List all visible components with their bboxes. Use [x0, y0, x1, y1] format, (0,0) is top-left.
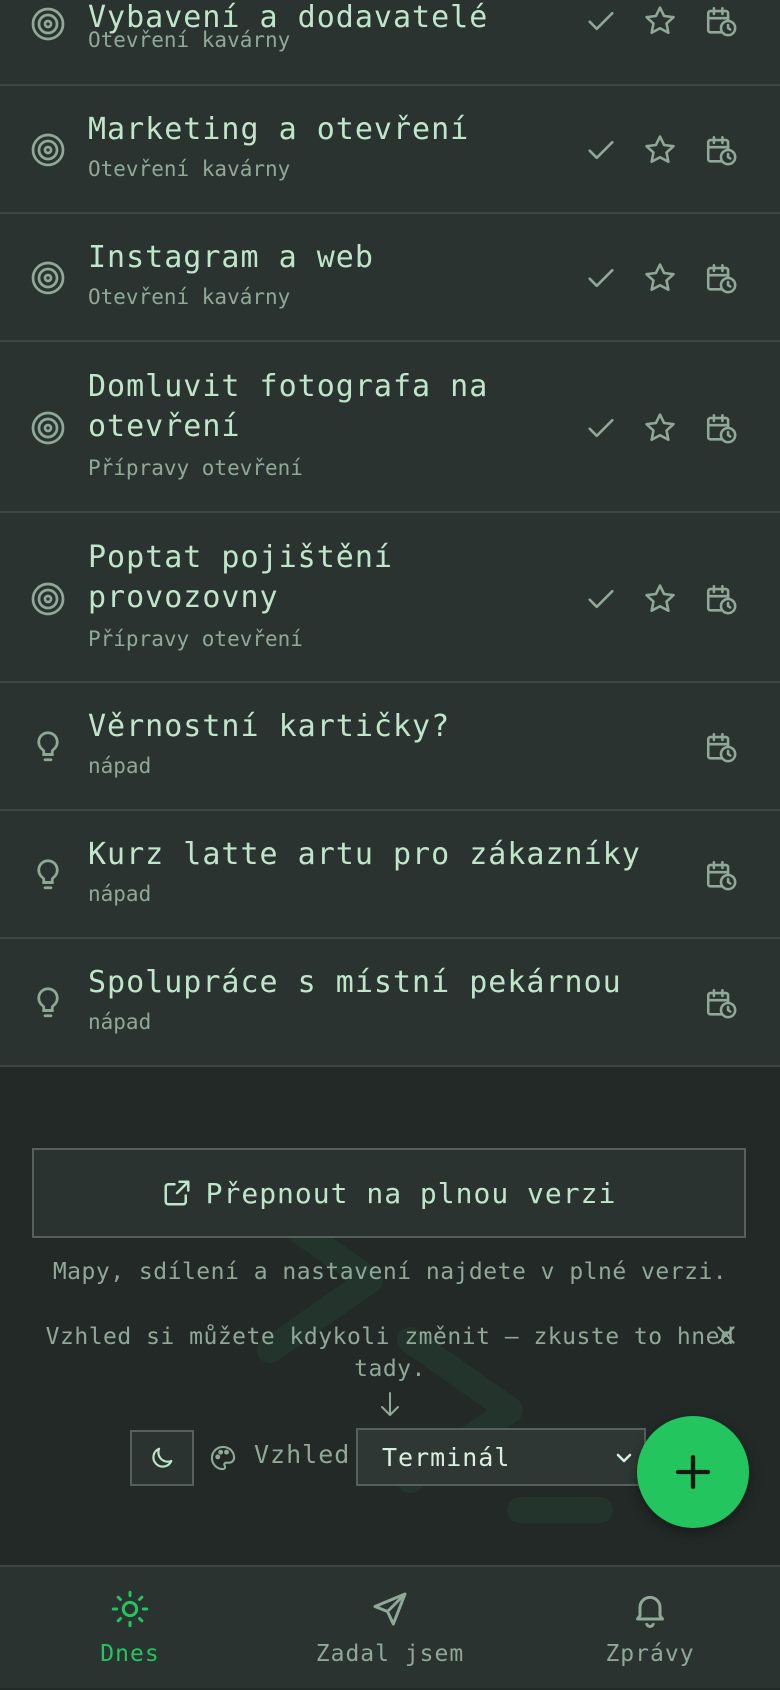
dark-mode-toggle-button[interactable] [130, 1430, 194, 1486]
check-icon[interactable] [584, 4, 618, 38]
target-icon [30, 410, 66, 446]
task-subtitle: nápad [88, 1010, 152, 1034]
switch-to-full-version-button[interactable]: Přepnout na plnou verzi [32, 1148, 746, 1238]
target-icon [30, 132, 66, 168]
task-title: Marketing a otevření [88, 112, 470, 147]
moon-icon [152, 1447, 173, 1468]
nav-label-messages: Zprávy [605, 1641, 695, 1667]
calendar-clock-icon[interactable] [704, 986, 738, 1020]
task-subtitle: Otevření kavárny [88, 157, 291, 181]
calendar-clock-icon[interactable] [704, 858, 738, 892]
target-icon [30, 260, 66, 296]
send-icon [373, 1592, 407, 1626]
star-icon[interactable] [643, 582, 677, 616]
task-subtitle: Přípravy otevření [88, 627, 303, 651]
task-subtitle: nápad [88, 754, 152, 778]
external-link-icon [164, 1180, 190, 1206]
task-row[interactable]: Spolupráce s místní pekárnou nápad [0, 939, 780, 1067]
star-icon[interactable] [643, 411, 677, 445]
star-icon[interactable] [643, 4, 677, 38]
theme-select-value: Terminál [382, 1442, 511, 1472]
arrow-down-icon [378, 1390, 402, 1420]
check-icon[interactable] [584, 582, 618, 616]
calendar-clock-icon[interactable] [704, 133, 738, 167]
calendar-clock-icon[interactable] [704, 582, 738, 616]
task-row[interactable]: Kurz latte artu pro zákazníky nápad [0, 811, 780, 939]
plus-icon [675, 1454, 711, 1490]
calendar-clock-icon[interactable] [704, 261, 738, 295]
appearance-label: Vzhled [254, 1440, 351, 1469]
task-row[interactable]: Instagram a web Otevření kavárny [0, 214, 780, 342]
task-subtitle: nápad [88, 882, 152, 906]
task-subtitle: Otevření kavárny [88, 285, 291, 309]
calendar-clock-icon[interactable] [704, 730, 738, 764]
bell-icon [636, 1595, 664, 1628]
task-subtitle: Přípravy otevření [88, 456, 303, 480]
sun-icon [111, 1590, 149, 1628]
appearance-hint-text: Vzhled si můžete kdykoli změnit — zkuste… [45, 1324, 735, 1382]
star-icon[interactable] [643, 133, 677, 167]
nav-label-today: Dnes [100, 1641, 160, 1667]
nav-label-assigned: Zadal jsem [315, 1641, 465, 1667]
nav-tab-messages[interactable]: Zprávy [520, 1567, 780, 1690]
target-icon [30, 581, 66, 617]
close-icon[interactable] [713, 1322, 739, 1348]
check-icon[interactable] [584, 133, 618, 167]
task-title: Kurz latte artu pro zákazníky [88, 837, 641, 872]
check-icon[interactable] [584, 411, 618, 445]
chevron-down-icon [616, 1453, 632, 1463]
palette-icon [209, 1444, 237, 1472]
star-icon[interactable] [643, 261, 677, 295]
task-title: Spolupráce s místní pekárnou [88, 965, 622, 1000]
task-subtitle: Otevření kavárny [88, 28, 291, 52]
info-text: Mapy, sdílení a nastavení najdete v plné… [52, 1259, 728, 1285]
task-row[interactable]: Věrnostní kartičky? nápad [0, 683, 780, 811]
bottom-navigation: Dnes Zadal jsem Zprávy [0, 1565, 780, 1688]
task-row[interactable]: Poptat pojištění provozovny Přípravy ote… [0, 513, 780, 683]
nav-tab-today[interactable]: Dnes [0, 1567, 260, 1690]
task-row[interactable]: Marketing a otevření Otevření kavárny [0, 86, 780, 214]
nav-tab-assigned[interactable]: Zadal jsem [260, 1567, 520, 1690]
lightbulb-icon [30, 857, 66, 893]
calendar-clock-icon[interactable] [704, 411, 738, 445]
lightbulb-icon [30, 729, 66, 765]
calendar-clock-icon[interactable] [704, 4, 738, 38]
check-icon[interactable] [584, 261, 618, 295]
switch-button-label: Přepnout na plnou verzi [205, 1176, 617, 1210]
task-title: Poptat pojištění provozovny [88, 540, 393, 615]
task-row[interactable]: Domluvit fotografa na otevření Přípravy … [0, 342, 780, 513]
lightbulb-icon [30, 985, 66, 1021]
target-icon [30, 6, 66, 42]
task-title: Věrnostní kartičky? [88, 709, 451, 744]
theme-select[interactable]: Terminál [356, 1428, 646, 1486]
task-title: Instagram a web [88, 240, 374, 275]
task-title: Domluvit fotografa na otevření [88, 369, 489, 444]
task-row[interactable]: Vybavení a dodavatelé Otevření kavárny [0, 0, 780, 86]
add-task-button[interactable] [637, 1416, 749, 1528]
